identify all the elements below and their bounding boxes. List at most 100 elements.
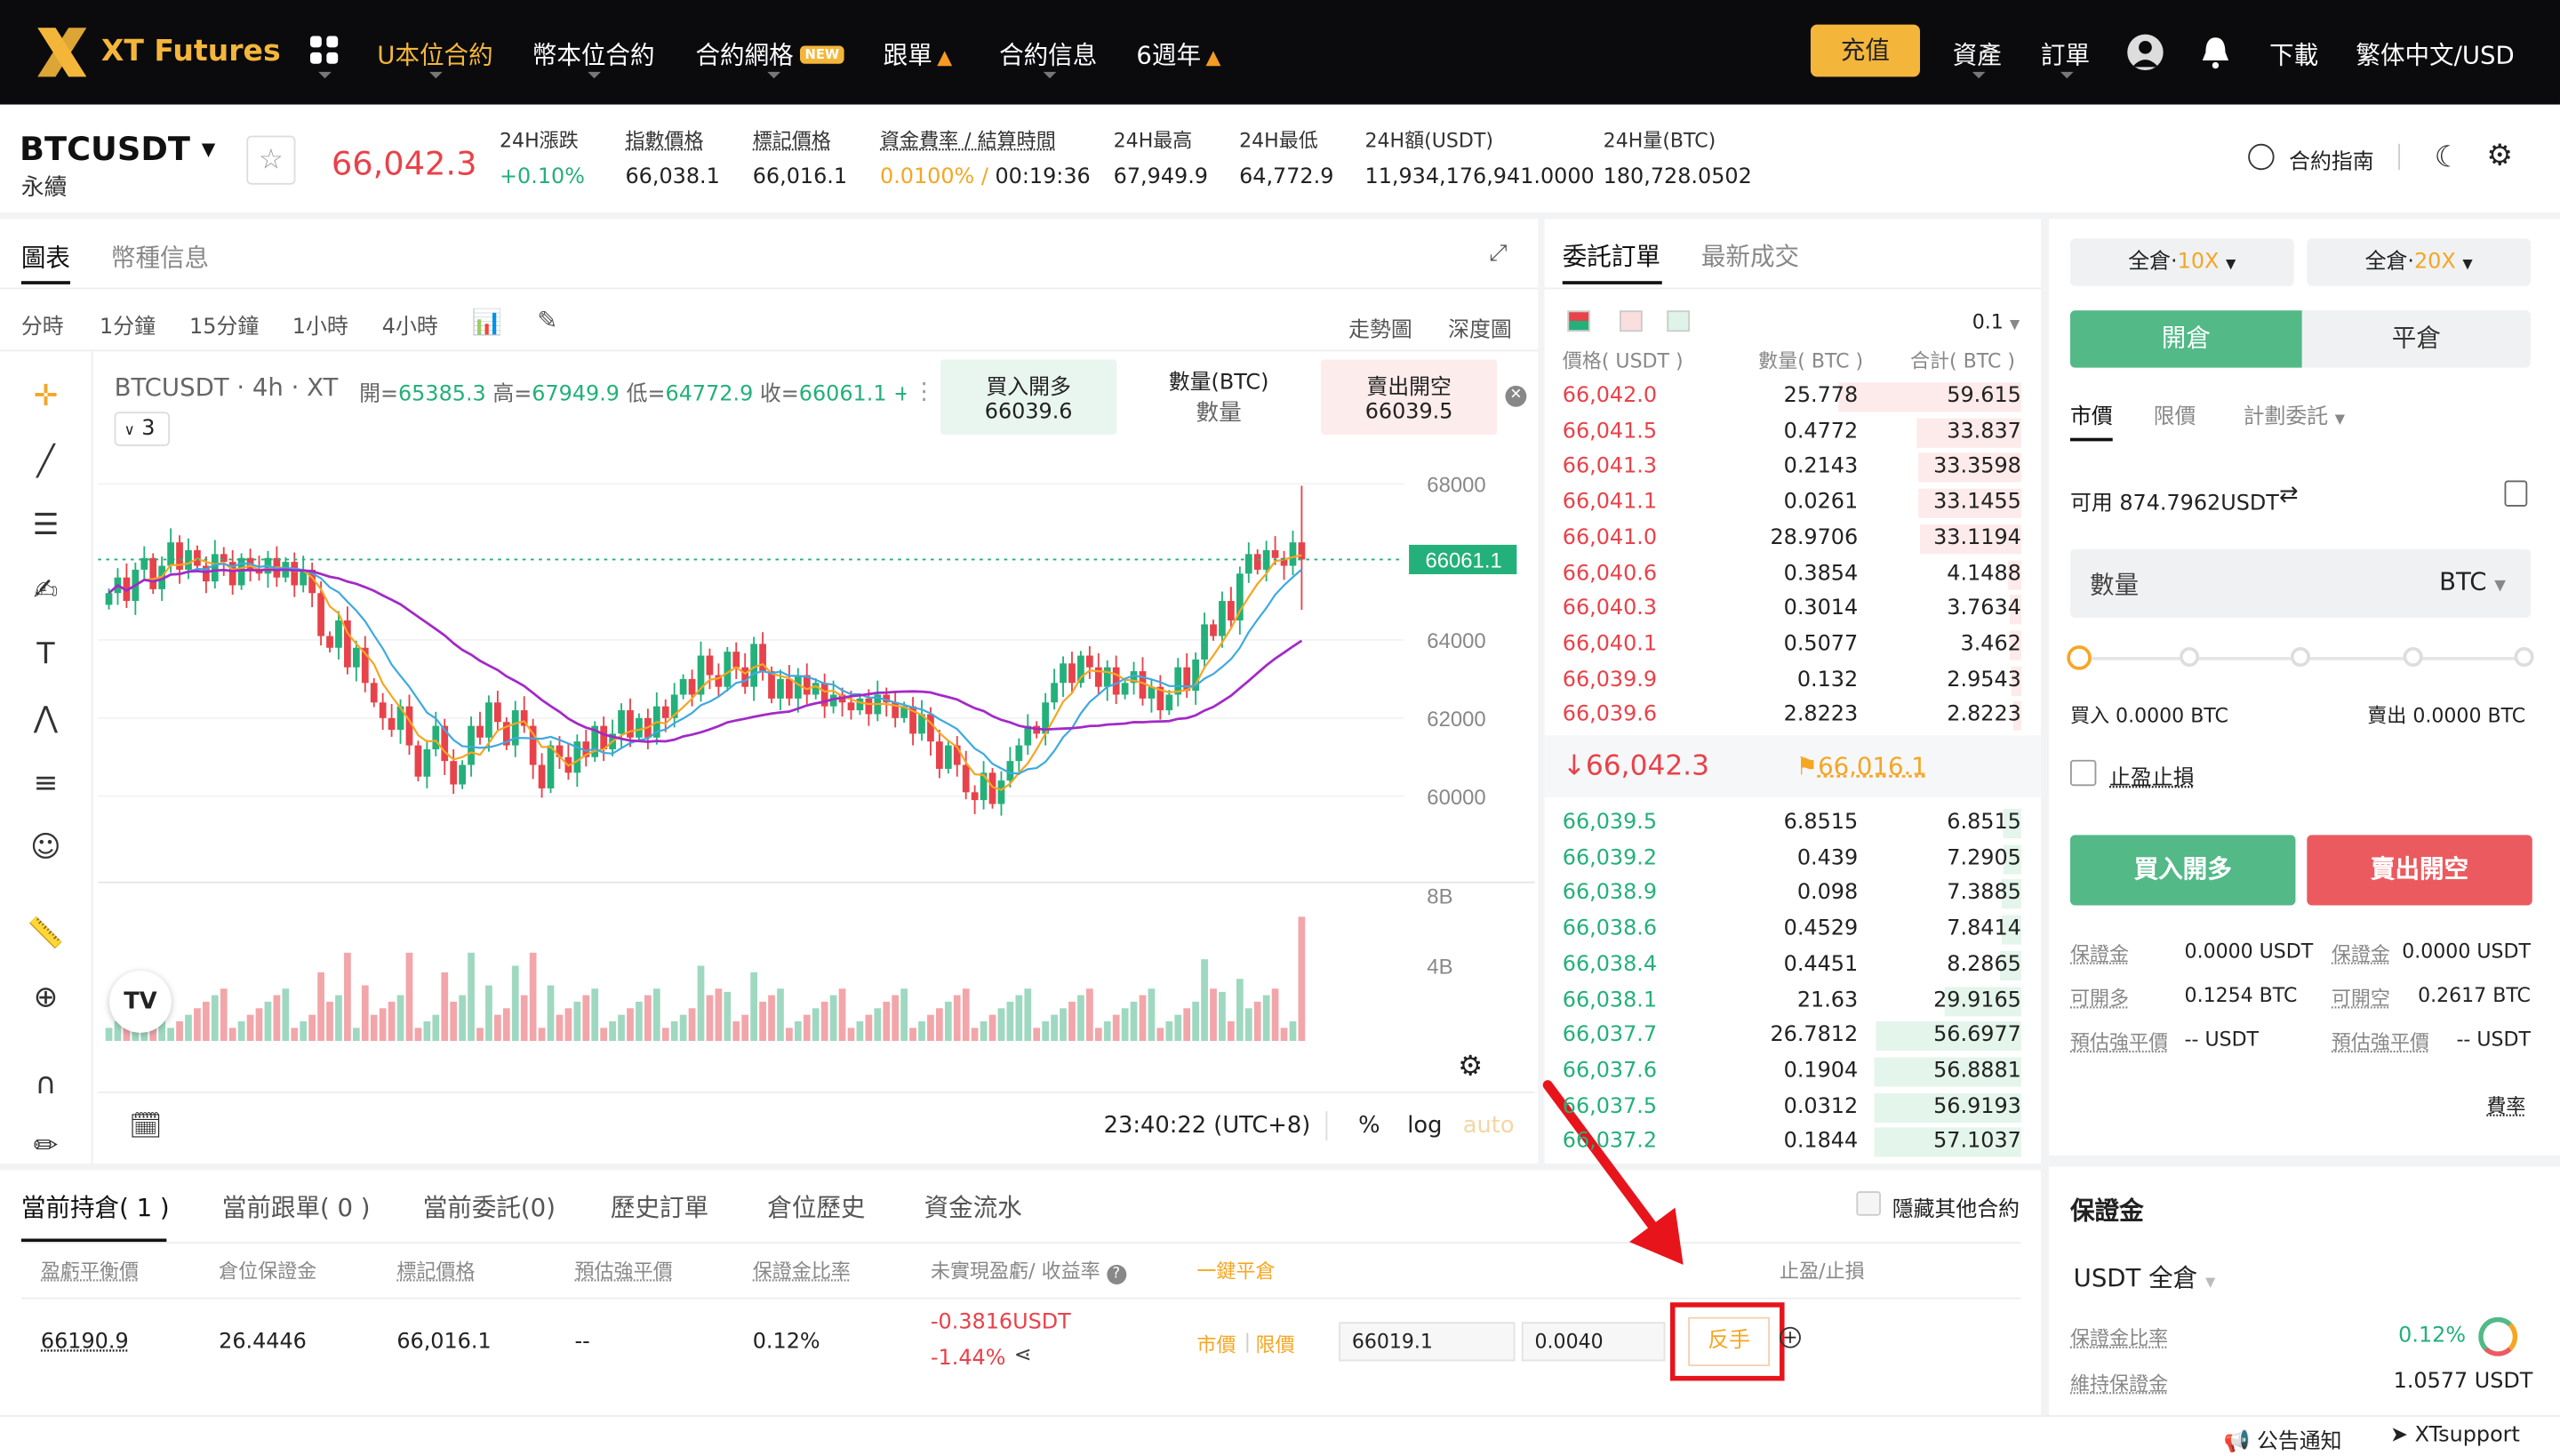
fib-icon[interactable]: ≡ — [23, 762, 68, 807]
quick-sell-button[interactable]: 賣出開空 66039.5 — [1320, 359, 1498, 436]
asks-view-icon[interactable] — [1620, 310, 1643, 332]
pattern-icon[interactable]: ⋀ — [23, 696, 68, 741]
auto-scale-toggle[interactable]: auto — [1463, 1113, 1515, 1139]
text-tool-icon[interactable]: T — [23, 632, 68, 677]
horizontal-lines-icon[interactable]: ☰ — [23, 503, 68, 548]
calculator-icon[interactable] — [2504, 480, 2528, 507]
ask-row[interactable]: 66,041.5 0.4772 33.837 — [1563, 414, 2023, 450]
quantity-input[interactable]: 數量 BTC ▼ — [2069, 548, 2531, 618]
ticker-label-index[interactable]: 指數價格 — [625, 126, 703, 154]
edit-icon[interactable]: ✎ — [537, 306, 557, 335]
bid-row[interactable]: 66,038.4 0.4451 8.2865 — [1563, 948, 2023, 983]
order-type-limit[interactable]: 限價 — [2154, 399, 2196, 430]
symbol-selector[interactable]: BTCUSDT ▼ — [20, 129, 215, 168]
contract-guide-link[interactable]: 合約指南 — [2289, 144, 2374, 175]
trend-line-icon[interactable]: ╱ — [23, 440, 68, 485]
indicator-icon[interactable]: 📊 — [472, 308, 502, 337]
close-market-button[interactable]: 市價 — [1196, 1330, 1236, 1357]
ruler-icon[interactable]: 📏 — [23, 912, 68, 957]
nav-futures-grid[interactable]: 合約網格 NEW — [695, 37, 844, 72]
bids-view-icon[interactable] — [1667, 310, 1691, 332]
leverage-short-select[interactable]: 全倉·20X ▼ — [2307, 238, 2531, 286]
ticker-label-funding[interactable]: 資金費率 / 結算時間 — [880, 126, 1056, 154]
nav-assets[interactable]: 資產 — [1953, 37, 2002, 72]
quick-qty-box[interactable]: 數量(BTC) 數量 — [1126, 359, 1311, 436]
precision-select[interactable]: 0.1 ▼ — [1972, 310, 2020, 333]
ask-row[interactable]: 66,042.0 25.778 59.615 — [1563, 380, 2023, 415]
margin-mode-select[interactable]: USDT 全倉 ▼ — [2074, 1260, 2216, 1294]
tab-recent-trades[interactable]: 最新成交 — [1701, 238, 1799, 273]
user-avatar-icon[interactable] — [2127, 34, 2164, 71]
ask-row[interactable]: 66,039.9 0.132 2.9543 — [1563, 663, 2023, 699]
nav-language[interactable]: 繁体中文/USD — [2356, 37, 2514, 72]
support-link[interactable]: ➤ XTsupport — [2390, 1423, 2520, 1448]
mode-depth[interactable]: 深度圖 — [1448, 312, 1512, 343]
interval-1h[interactable]: 1小時 — [292, 308, 348, 340]
tab-open-position[interactable]: 開倉 — [2069, 310, 2302, 368]
chart-settings-icon[interactable]: ⚙ — [1458, 1051, 1483, 1084]
close-price-input[interactable]: 66019.1 — [1339, 1322, 1516, 1362]
tradingview-logo-icon[interactable]: TV — [109, 970, 172, 1033]
bid-row[interactable]: 66,038.9 0.098 7.3885 — [1563, 876, 2023, 912]
slider-step-dot[interactable] — [2179, 646, 2199, 668]
quick-buy-button[interactable]: 買入開多 66039.6 — [940, 359, 1117, 436]
close-all-button[interactable]: 一鍵平倉 — [1196, 1257, 1275, 1284]
ask-row[interactable]: 66,041.3 0.2143 33.3598 — [1563, 450, 2023, 485]
compass-icon[interactable] — [2248, 143, 2275, 171]
quantity-unit-select[interactable]: BTC ▼ — [2439, 567, 2506, 596]
nav-coin-futures[interactable]: 幣本位合約 — [532, 37, 655, 72]
interval-4h[interactable]: 4小時 — [382, 308, 438, 340]
bid-row[interactable]: 66,037.7 26.7812 56.6977 — [1563, 1019, 2023, 1054]
order-type-market[interactable]: 市價 — [2070, 399, 2113, 430]
position-tab[interactable]: 資金流水 — [924, 1189, 1022, 1224]
interval-15m[interactable]: 15分鐘 — [189, 308, 259, 340]
order-type-plan[interactable]: 計劃委託 ▼ — [2244, 399, 2345, 430]
ask-row[interactable]: 66,040.6 0.3854 4.1488 — [1563, 556, 2023, 592]
pencil-lock-icon[interactable]: ✏ — [23, 1124, 68, 1170]
log-scale-toggle[interactable]: log — [1407, 1113, 1442, 1139]
nav-copy-trading[interactable]: 跟單 ▲ — [884, 37, 953, 72]
bid-row[interactable]: 66,038.6 0.4529 7.8414 — [1563, 912, 2023, 948]
position-tab[interactable]: 當前跟單( 0 ) — [222, 1189, 371, 1224]
position-tab[interactable]: 倉位歷史 — [767, 1189, 865, 1224]
leverage-long-select[interactable]: 全倉·10X ▼ — [2069, 238, 2294, 286]
info-icon[interactable]: ? — [1106, 1264, 1126, 1284]
bid-row[interactable]: 66,038.1 21.63 29.9165 — [1563, 983, 2023, 1019]
buy-long-button[interactable]: 買入開多 — [2069, 835, 2296, 906]
brush-icon[interactable]: ✍ — [23, 569, 68, 614]
bid-row[interactable]: 66,039.2 0.439 7.2905 — [1563, 841, 2023, 876]
bid-row[interactable]: 66,039.5 6.8515 6.8515 — [1563, 805, 2023, 841]
slider-step-dot[interactable] — [2290, 646, 2310, 668]
tpsl-checkbox[interactable] — [2069, 759, 2097, 787]
interval-timeline[interactable]: 分時 — [21, 308, 64, 340]
share-icon[interactable]: ⋖ — [1014, 1343, 1032, 1368]
bid-row[interactable]: 66,037.5 0.0312 56.9193 — [1563, 1089, 2023, 1124]
deposit-button[interactable]: 充值 — [1810, 24, 1920, 77]
tab-coin-info[interactable]: 幣種信息 — [111, 240, 209, 275]
bid-row[interactable]: 66,037.2 0.1844 57.1037 — [1563, 1124, 2023, 1160]
bid-row[interactable]: 66,037.6 0.1904 56.8881 — [1563, 1054, 2023, 1090]
position-tab[interactable]: 當前持倉( 1 ) — [21, 1189, 170, 1224]
ask-row[interactable]: 66,041.1 0.0261 33.1455 — [1563, 485, 2023, 521]
date-range-icon[interactable]: 🗓 — [129, 1109, 162, 1140]
slider-step-dot[interactable] — [2402, 646, 2422, 668]
tab-close-position[interactable]: 平倉 — [2301, 310, 2531, 368]
xt-logo-icon[interactable] — [33, 23, 92, 89]
close-limit-button[interactable]: 限價 — [1255, 1330, 1294, 1357]
favorite-star-icon[interactable]: ☆ — [246, 135, 296, 185]
hide-other-checkbox[interactable] — [1856, 1191, 1881, 1216]
settings-gear-icon[interactable]: ⚙ — [2486, 139, 2513, 173]
emoji-icon[interactable]: ☺ — [23, 825, 68, 870]
nav-orders[interactable]: 訂單 — [2041, 37, 2090, 72]
moon-icon[interactable]: ☾ — [2435, 140, 2461, 175]
slider-step-dot[interactable] — [2514, 646, 2534, 668]
fee-rate-link[interactable]: 費率 — [2486, 1092, 2525, 1119]
mode-trend[interactable]: 走勢圖 — [1348, 312, 1412, 343]
nav-anniversary[interactable]: 6週年 ▲ — [1136, 37, 1220, 72]
position-tab[interactable]: 歷史訂單 — [611, 1189, 708, 1224]
position-tab[interactable]: 當前委託(0) — [423, 1189, 556, 1224]
announcement-link[interactable]: 📢 公告通知 — [2224, 1423, 2342, 1455]
apps-grid-icon[interactable] — [309, 36, 340, 65]
nav-download[interactable]: 下載 — [2269, 37, 2318, 72]
percent-scale-toggle[interactable]: % — [1358, 1113, 1380, 1139]
